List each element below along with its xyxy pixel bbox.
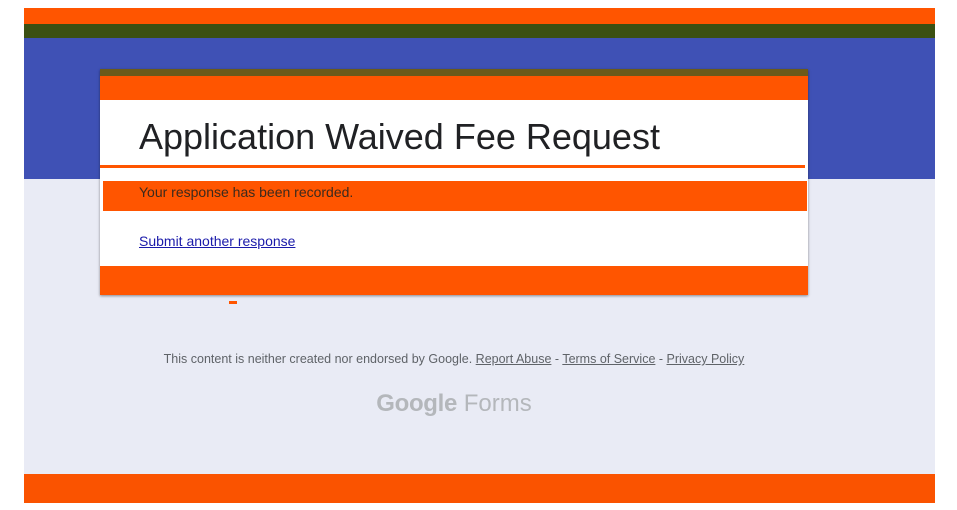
footer-separator: - — [655, 352, 667, 366]
bottom-orange-bar — [24, 474, 935, 503]
google-logo-text: Google — [376, 390, 458, 417]
form-title: Application Waived Fee Request — [139, 116, 660, 157]
top-olive-bar — [24, 24, 935, 38]
submit-another-response-link[interactable]: Submit another response — [139, 232, 295, 250]
terms-of-service-link[interactable]: Terms of Service — [562, 352, 655, 366]
privacy-policy-link[interactable]: Privacy Policy — [667, 352, 745, 366]
title-underline — [100, 165, 805, 168]
report-abuse-link[interactable]: Report Abuse — [476, 352, 552, 366]
form-page-frame: Application Waived Fee Request Your resp… — [24, 8, 935, 503]
top-orange-bar — [24, 8, 935, 24]
disclaimer-text: This content is neither created nor endo… — [163, 352, 473, 366]
footer-disclaimer: This content is neither created nor endo… — [24, 351, 884, 367]
card-top-stripe — [100, 69, 808, 76]
google-forms-logo[interactable]: Google Forms — [24, 388, 884, 420]
card-top-orange-band — [100, 76, 808, 100]
card-bottom-orange-band — [100, 266, 808, 295]
confirmation-card: Application Waived Fee Request Your resp… — [100, 69, 808, 295]
confirmation-message: Your response has been recorded. — [139, 184, 354, 200]
footer-separator: - — [551, 352, 563, 366]
forms-logo-text: Forms — [463, 390, 532, 417]
page: Application Waived Fee Request Your resp… — [0, 0, 957, 510]
orange-dash-marker — [229, 301, 237, 304]
